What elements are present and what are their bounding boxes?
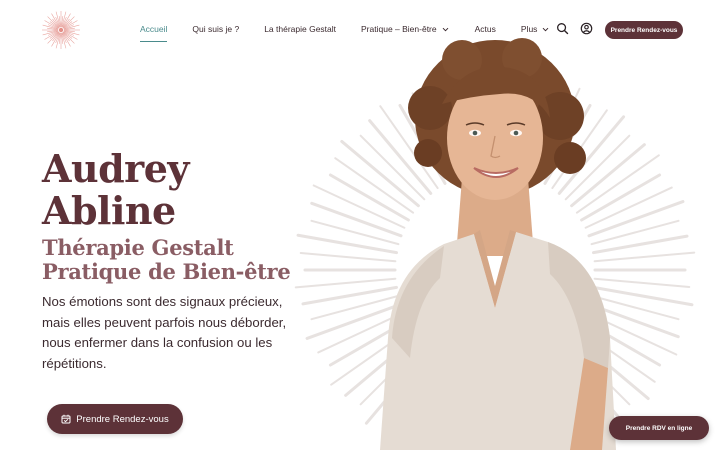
floating-online-booking-button[interactable]: Prendre RDV en ligne: [609, 416, 709, 440]
search-icon[interactable]: [556, 22, 569, 35]
nav-item-label: Pratique – Bien-être: [361, 24, 437, 34]
hero-name-line1: Audrey: [42, 146, 189, 191]
hero-subtitle-line1: Thérapie Gestalt: [42, 235, 234, 260]
hero-description: Nos émotions sont des signaux précieux, …: [42, 294, 287, 371]
hero-name-line2: Abline: [42, 188, 176, 233]
hero-name: Audrey Abline: [42, 148, 189, 232]
nav-item-label: La thérapie Gestalt: [264, 24, 337, 34]
header-appointment-button[interactable]: Prendre Rendez-vous: [605, 21, 683, 39]
calendar-check-icon: [61, 414, 71, 424]
nav-item-label: Actus: [474, 24, 496, 34]
sunburst-logo-icon[interactable]: [40, 9, 82, 51]
portrait-photo: [380, 38, 616, 450]
nav-item-label: Plus: [520, 24, 538, 34]
hero-appointment-button[interactable]: Prendre Rendez-vous: [47, 404, 183, 434]
hero-subtitle: Thérapie Gestalt Pratique de Bien-être: [42, 235, 291, 284]
chevron-down-icon: [543, 27, 549, 31]
nav-item-label: Qui suis je ?: [192, 24, 240, 34]
hero-appointment-label: Prendre Rendez-vous: [76, 413, 169, 425]
nav-item-qui-suis-je[interactable]: Qui suis je ?: [192, 0, 239, 58]
nav-item-accueil[interactable]: Accueil: [140, 0, 168, 58]
nav-item-label: Accueil: [140, 24, 168, 34]
nav-item-therapie-gestalt[interactable]: La thérapie Gestalt: [264, 0, 336, 58]
hero-subtitle-line2: Pratique de Bien-être: [42, 259, 291, 284]
user-circle-icon[interactable]: [580, 22, 593, 35]
chevron-down-icon: [442, 27, 448, 31]
